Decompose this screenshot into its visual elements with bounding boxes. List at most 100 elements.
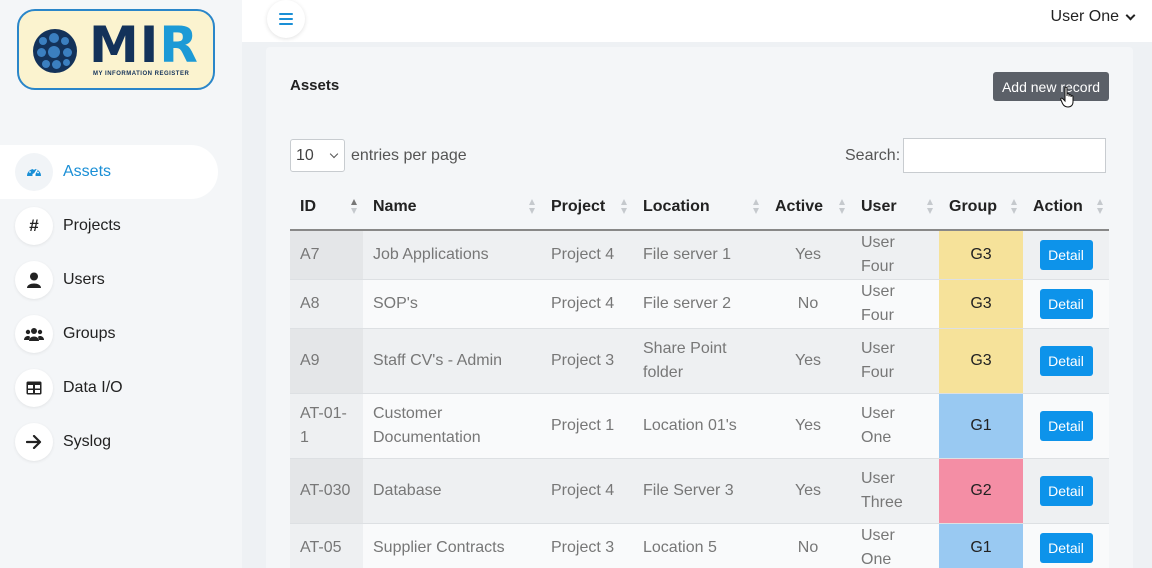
cell-project: Project 4 — [541, 458, 633, 524]
page-title: Assets — [290, 77, 340, 94]
cell-group: G2 — [939, 458, 1023, 524]
detail-button[interactable]: Detail — [1039, 476, 1093, 506]
column-header-id[interactable]: ID — [290, 185, 363, 231]
assets-table: ID Name Project Location Active User Gro… — [290, 185, 1109, 568]
column-header-group[interactable]: Group — [939, 185, 1023, 231]
logo-wordmark: MIR — [89, 16, 199, 74]
cell-location: Location 01's — [633, 393, 765, 459]
sidebar-item-assets[interactable]: Assets — [0, 145, 218, 199]
cell-action: Detail — [1023, 230, 1109, 280]
cell-id: AT-030 — [290, 458, 363, 524]
cell-id: A7 — [290, 230, 363, 280]
hand-cursor-icon — [1060, 86, 1074, 108]
cell-group: G1 — [939, 523, 1023, 568]
column-header-name[interactable]: Name — [363, 185, 541, 231]
cell-id: A8 — [290, 279, 363, 329]
cell-action: Detail — [1023, 393, 1109, 459]
cell-user: User Three — [851, 458, 939, 524]
column-header-location[interactable]: Location — [633, 185, 765, 231]
cell-group: G3 — [939, 230, 1023, 280]
search-input[interactable] — [903, 138, 1107, 173]
hamburger-icon — [279, 13, 293, 25]
sidebar-item-label: Groups — [63, 325, 116, 342]
sidebar-nav: Assets # Projects Users Groups Data I/O — [0, 145, 242, 469]
detail-button[interactable]: Detail — [1039, 533, 1093, 563]
sidebar-item-label: Users — [63, 271, 105, 288]
cell-name: SOP's — [363, 279, 541, 329]
table-row: AT-030 Database Project 4 File Server 3 … — [290, 458, 1109, 524]
cell-user: User Four — [851, 328, 939, 394]
add-new-record-button[interactable]: Add new record — [993, 72, 1109, 101]
detail-button[interactable]: Detail — [1039, 346, 1093, 376]
cell-group: G1 — [939, 393, 1023, 459]
sidebar-item-label: Projects — [63, 217, 121, 234]
users-icon — [15, 315, 53, 353]
globe-icon — [33, 29, 77, 73]
logo-tagline: MY INFORMATION REGISTER — [93, 71, 190, 77]
table-row: A9 Staff CV's - Admin Project 3 Share Po… — [290, 328, 1109, 394]
per-page-select[interactable]: 10 — [290, 139, 345, 172]
table-icon — [15, 369, 53, 407]
cell-name: Staff CV's - Admin — [363, 328, 541, 394]
cell-active: Yes — [765, 230, 851, 280]
table-row: AT-01-1 Customer Documentation Project 1… — [290, 393, 1109, 459]
cell-project: Project 4 — [541, 230, 633, 280]
cell-project: Project 1 — [541, 393, 633, 459]
table-row: AT-05 Supplier Contracts Project 3 Locat… — [290, 523, 1109, 568]
column-header-project[interactable]: Project — [541, 185, 633, 231]
cell-group: G3 — [939, 328, 1023, 394]
cell-location: Share Point folder — [633, 328, 765, 394]
detail-button[interactable]: Detail — [1039, 289, 1093, 319]
sort-icon — [1097, 199, 1103, 215]
cell-user: User One — [851, 523, 939, 568]
arrow-right-icon — [15, 423, 53, 461]
column-header-action[interactable]: Action — [1023, 185, 1109, 231]
cell-active: Yes — [765, 393, 851, 459]
search-area: Search: — [845, 138, 1107, 173]
cell-action: Detail — [1023, 328, 1109, 394]
sidebar-item-groups[interactable]: Groups — [0, 307, 242, 361]
cell-action: Detail — [1023, 458, 1109, 524]
cell-project: Project 4 — [541, 279, 633, 329]
sort-icon — [927, 199, 933, 215]
cell-location: File server 2 — [633, 279, 765, 329]
sort-icon — [529, 199, 535, 215]
detail-button[interactable]: Detail — [1039, 240, 1093, 270]
sidebar-item-users[interactable]: Users — [0, 253, 242, 307]
table-row: A8 SOP's Project 4 File server 2 No User… — [290, 279, 1109, 329]
per-page-label: entries per page — [351, 146, 467, 164]
user-name: User One — [1050, 8, 1119, 25]
entries-per-page: 10 entries per page — [290, 139, 467, 172]
app-logo[interactable]: MIR MY INFORMATION REGISTER — [17, 9, 215, 90]
cell-location: File Server 3 — [633, 458, 765, 524]
sidebar: MIR MY INFORMATION REGISTER Assets # Pro… — [0, 0, 242, 568]
user-icon — [15, 261, 53, 299]
cell-user: User Four — [851, 279, 939, 329]
sort-icon — [1011, 199, 1017, 215]
sidebar-item-data-io[interactable]: Data I/O — [0, 361, 242, 415]
hash-icon: # — [15, 207, 53, 245]
cell-name: Supplier Contracts — [363, 523, 541, 568]
cell-location: Location 5 — [633, 523, 765, 568]
cell-project: Project 3 — [541, 523, 633, 568]
cell-location: File server 1 — [633, 230, 765, 280]
sidebar-item-label: Syslog — [63, 433, 112, 450]
sidebar-item-projects[interactable]: # Projects — [0, 199, 242, 253]
cell-id: AT-01-1 — [290, 393, 363, 459]
cell-name: Database — [363, 458, 541, 524]
sort-icon — [351, 199, 357, 215]
user-menu[interactable]: User One — [1050, 8, 1136, 26]
chevron-down-icon — [329, 149, 339, 159]
column-header-user[interactable]: User — [851, 185, 939, 231]
detail-button[interactable]: Detail — [1039, 411, 1093, 441]
gauge-icon — [15, 153, 53, 191]
cell-active: No — [765, 523, 851, 568]
column-header-active[interactable]: Active — [765, 185, 851, 231]
cell-active: Yes — [765, 328, 851, 394]
menu-toggle-button[interactable] — [267, 0, 305, 38]
cell-user: User Four — [851, 230, 939, 280]
sidebar-item-syslog[interactable]: Syslog — [0, 415, 242, 469]
cell-user: User One — [851, 393, 939, 459]
table-row: A7 Job Applications Project 4 File serve… — [290, 230, 1109, 280]
per-page-value: 10 — [296, 146, 314, 164]
